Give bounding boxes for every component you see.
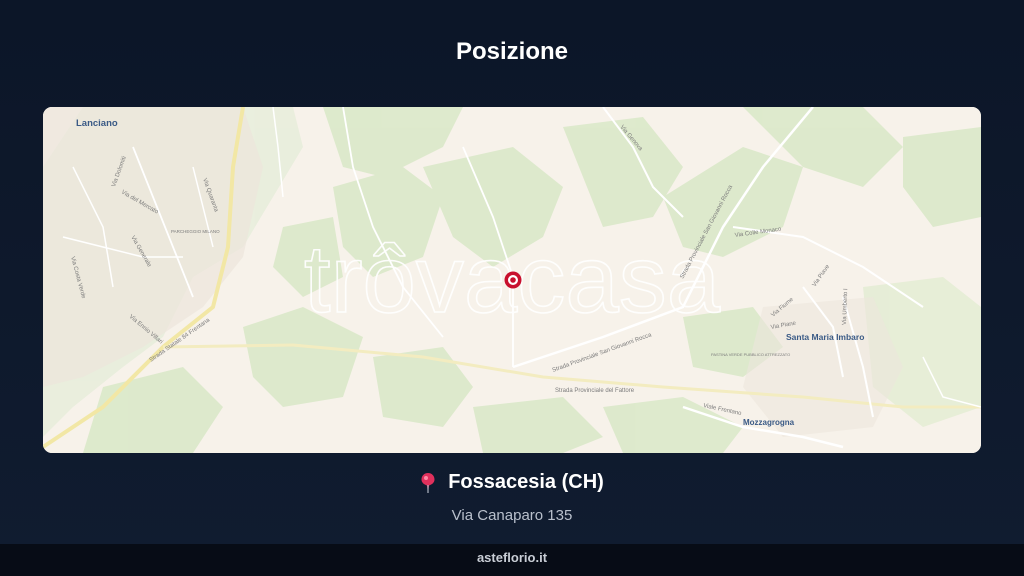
label-mozzagrogna: Mozzagrogna — [743, 418, 795, 427]
location-marker-icon[interactable] — [504, 271, 522, 289]
page-title: Posizione — [455, 38, 569, 65]
road-label-sp-fattore: Strada Provinciale del Fattore — [555, 388, 635, 394]
footer-brand[interactable]: asteflorio.it — [477, 550, 547, 565]
map-canvas: trôvacasa Lanciano Santa Maria Imbaro Mo… — [43, 107, 981, 453]
label-pastina-verde: PASTINA VERDE PUBBLICO ATTREZZATO — [711, 352, 790, 357]
location-title: Fossacesia (CH) — [420, 471, 604, 494]
page: Posizione trôvacasa Lanciano Santa Maria… — [0, 0, 1024, 576]
map[interactable]: trôvacasa Lanciano Santa Maria Imbaro Mo… — [43, 107, 981, 453]
label-parcheggio: PARCHEGGIO MILANO — [171, 229, 220, 234]
label-lanciano: Lanciano — [76, 118, 118, 129]
location-city: Fossacesia (CH) — [448, 471, 604, 493]
map-pin-icon — [421, 472, 435, 493]
footer: asteflorio.it — [0, 544, 1024, 576]
location-address: Via Canaparo 135 — [451, 506, 573, 524]
label-santa-maria-imbaro: Santa Maria Imbaro — [786, 332, 864, 342]
location-info: Fossacesia (CH) Via Canaparo 135 — [0, 471, 1024, 524]
